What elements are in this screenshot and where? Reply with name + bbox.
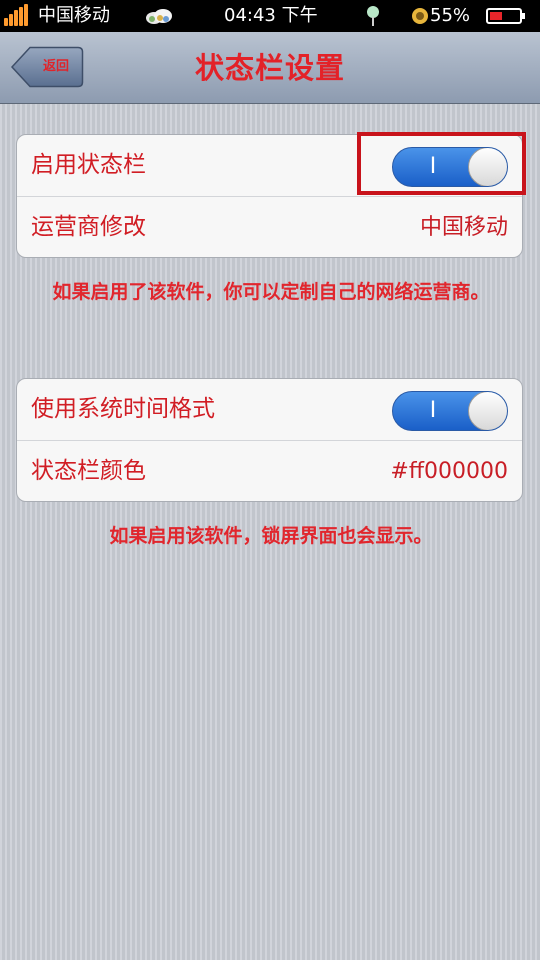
status-time: 04:43 下午 bbox=[224, 5, 318, 26]
row-label: 状态栏颜色 bbox=[31, 458, 146, 484]
weather-cloud-icon bbox=[146, 9, 172, 24]
system-time-format-toggle[interactable]: I bbox=[392, 391, 508, 431]
group-note: 如果启用该软件，锁屏界面也会显示。 bbox=[109, 525, 433, 547]
row-status-bar-color[interactable]: 状态栏颜色 #ff000000 bbox=[17, 441, 522, 501]
settings-group-time-color: 使用系统时间格式 I 状态栏颜色 #ff000000 bbox=[16, 378, 523, 502]
carrier-name: 中国移动 bbox=[38, 5, 110, 26]
toggle-on-mark: I bbox=[429, 398, 437, 423]
signal-bars-icon bbox=[4, 4, 28, 26]
row-carrier-edit[interactable]: 运营商修改 中国移动 bbox=[17, 197, 522, 257]
toggle-knob bbox=[468, 392, 507, 430]
row-system-time-format: 使用系统时间格式 I bbox=[17, 379, 522, 441]
status-bar-color-value: #ff000000 bbox=[390, 459, 508, 484]
location-pin-icon bbox=[367, 6, 379, 26]
navigation-bar: 返回 状态栏设置 bbox=[0, 32, 540, 104]
carrier-value: 中国移动 bbox=[419, 215, 508, 240]
page-title: 状态栏设置 bbox=[194, 51, 345, 85]
row-label: 使用系统时间格式 bbox=[31, 396, 215, 422]
row-label: 启用状态栏 bbox=[31, 152, 146, 178]
status-bar: 中国移动 04:43 下午 55% bbox=[0, 0, 540, 32]
row-label: 运营商修改 bbox=[31, 214, 146, 240]
group-note: 如果启用了该软件，你可以定制自己的网络运营商。 bbox=[52, 281, 490, 303]
highlight-annotation-box bbox=[357, 132, 526, 195]
alarm-icon bbox=[412, 8, 428, 24]
battery-percent: 55% bbox=[430, 5, 471, 26]
battery-icon bbox=[486, 8, 525, 24]
